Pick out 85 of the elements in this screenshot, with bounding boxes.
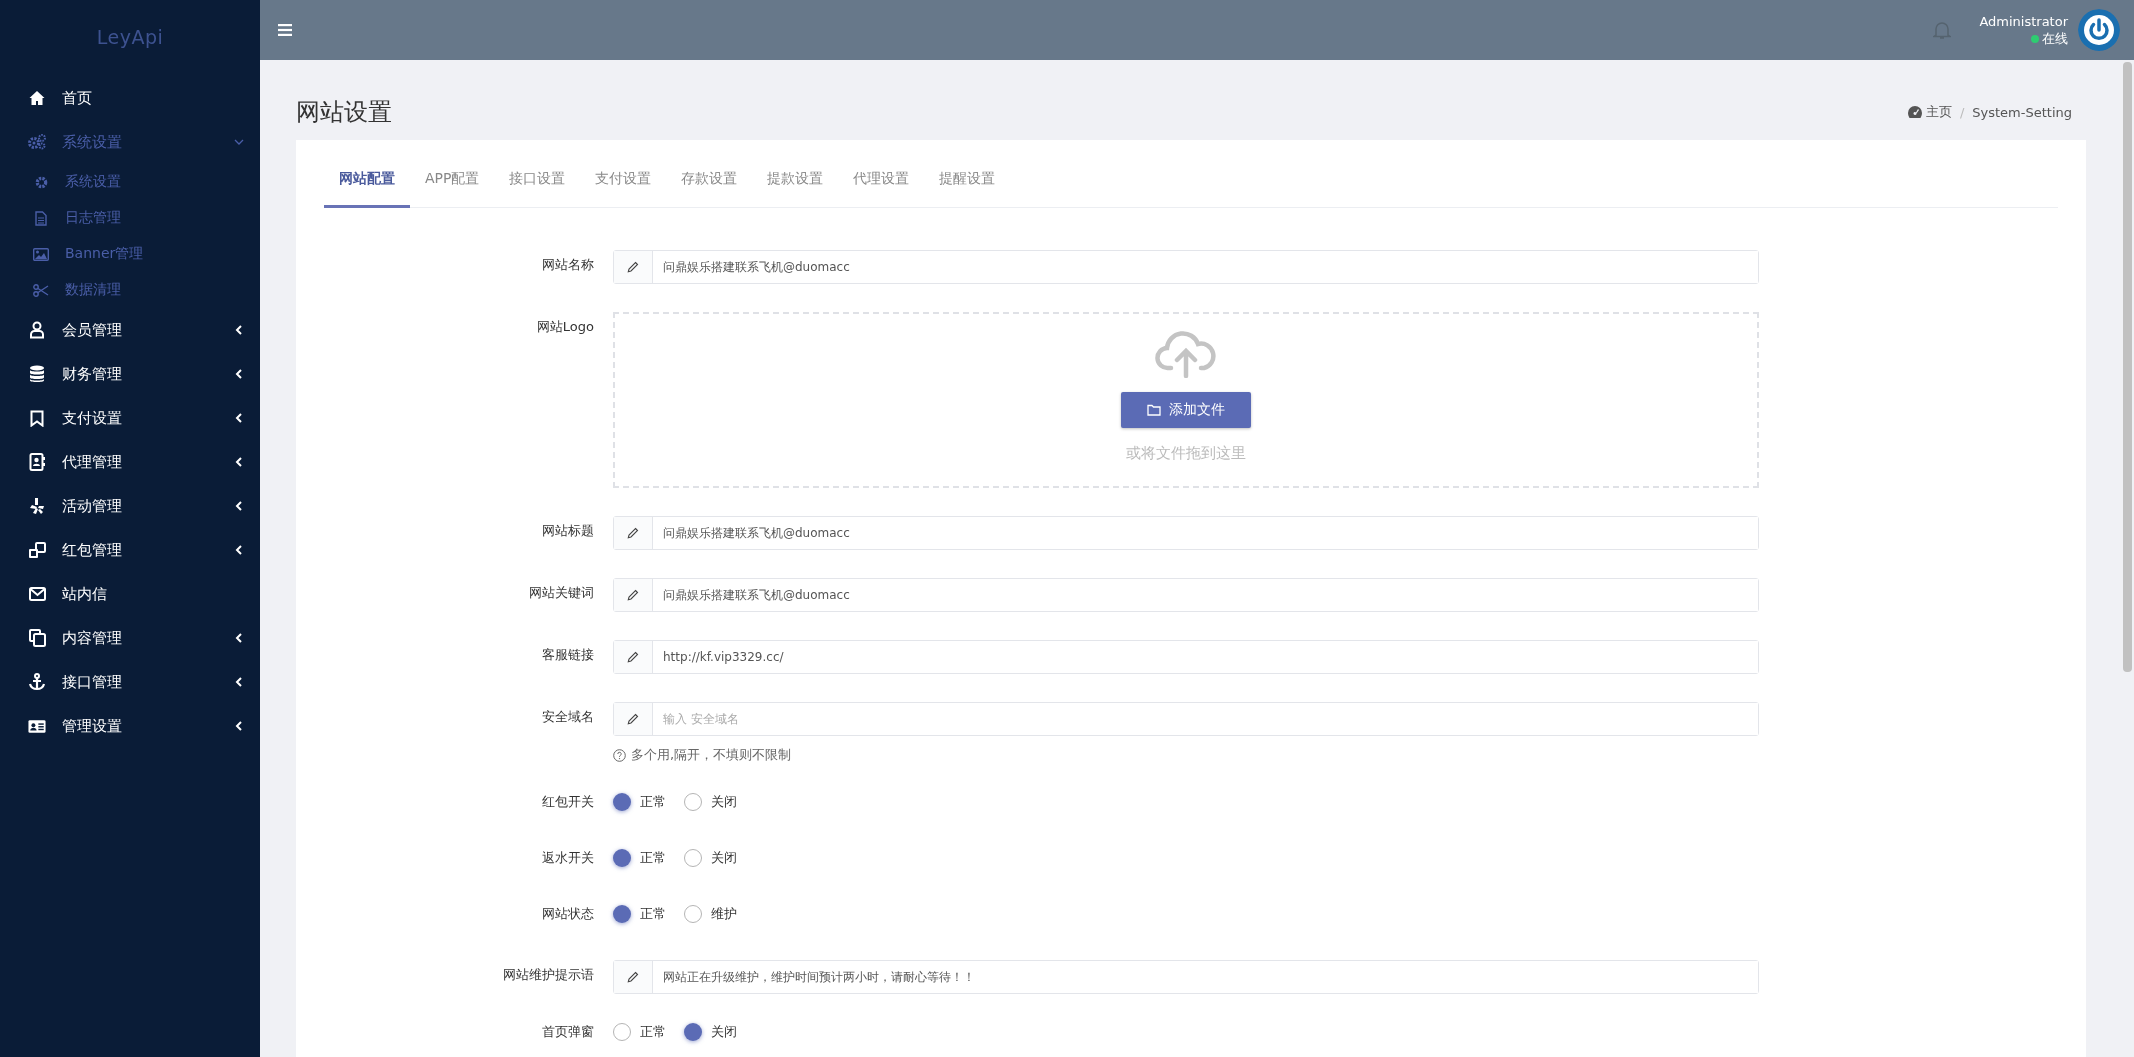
pencil-icon xyxy=(627,261,639,273)
text-field[interactable]: 输入 安全域名 xyxy=(613,702,1759,736)
sidebar-item[interactable]: 支付设置 xyxy=(0,396,260,440)
dashboard-icon xyxy=(1907,106,1922,118)
text-field[interactable]: 网站正在升级维护，维护时间预计两小时，请耐心等待！！ xyxy=(613,960,1759,994)
sidebar-item[interactable]: 财务管理 xyxy=(0,352,260,396)
user-icon xyxy=(29,321,45,339)
power-icon[interactable] xyxy=(2078,9,2120,51)
breadcrumb-link[interactable]: 主页 xyxy=(1907,103,1952,121)
clone-icon xyxy=(28,541,46,559)
scissors-icon xyxy=(33,283,49,297)
tab[interactable]: APP配置 xyxy=(410,140,495,208)
field-label: 网站维护提示语 xyxy=(502,966,594,984)
field-label: 网站标题 xyxy=(541,522,594,540)
text-field[interactable]: 问鼎娱乐搭建联系飞机@duomacc xyxy=(613,578,1759,612)
brand-logo-text: LeyApi xyxy=(95,25,165,50)
radio-option[interactable]: 关闭 xyxy=(684,1022,737,1041)
sidebar-item[interactable]: 站内信 xyxy=(0,572,260,616)
tab[interactable]: 存款设置 xyxy=(666,140,753,208)
folder-icon xyxy=(1147,404,1161,416)
status-text: 在线 xyxy=(2042,30,2068,47)
tab[interactable]: 网站配置 xyxy=(324,140,410,208)
text-field[interactable]: http://kf.vip3329.cc/ xyxy=(613,640,1759,674)
radio-option[interactable]: 正常 xyxy=(613,904,666,923)
upload-dropzone[interactable]: 添加文件 或将文件拖到这里 xyxy=(613,312,1759,488)
pencil-icon xyxy=(627,971,639,983)
image-icon xyxy=(33,247,49,261)
pencil-icon xyxy=(627,527,639,539)
breadcrumb-separator: / xyxy=(1959,104,1965,120)
gears-icon xyxy=(28,134,46,150)
sidebar-item[interactable]: 会员管理 xyxy=(0,308,260,352)
radio-option[interactable]: 关闭 xyxy=(684,848,737,867)
radio-option[interactable]: 关闭 xyxy=(684,792,737,811)
sidebar-item[interactable]: 管理设置 xyxy=(0,704,260,748)
bookmark-icon xyxy=(30,409,44,427)
help-icon xyxy=(613,748,626,762)
field-label: 返水开关 xyxy=(541,849,594,867)
field-label: 安全域名 xyxy=(541,708,594,726)
envelope-icon xyxy=(28,587,46,601)
gear-icon xyxy=(34,175,48,189)
user-name: Administrator xyxy=(1979,13,2068,30)
sidebar-item[interactable]: 首页 xyxy=(0,76,260,120)
field-label: 首页弹窗 xyxy=(541,1023,594,1041)
scrollbar[interactable] xyxy=(2123,62,2132,672)
contact-card-icon xyxy=(29,453,45,471)
radio-option[interactable]: 正常 xyxy=(613,848,666,867)
pencil-icon xyxy=(627,651,639,663)
database-icon xyxy=(29,365,45,383)
sidebar-item[interactable]: 内容管理 xyxy=(0,616,260,660)
tab[interactable]: 接口设置 xyxy=(494,140,581,208)
field-label: 红包开关 xyxy=(541,793,594,811)
text-field[interactable]: 问鼎娱乐搭建联系飞机@duomacc xyxy=(613,516,1759,550)
sidebar-item[interactable]: 活动管理 xyxy=(0,484,260,528)
tab[interactable]: 支付设置 xyxy=(580,140,667,208)
sidebar-item[interactable]: 代理管理 xyxy=(0,440,260,484)
cloud-upload-icon xyxy=(1155,328,1217,378)
drop-hint: 或将文件拖到这里 xyxy=(1126,444,1246,463)
anchor-icon xyxy=(28,673,46,691)
text-field[interactable]: 问鼎娱乐搭建联系飞机@duomacc xyxy=(613,250,1759,284)
tab[interactable]: 代理设置 xyxy=(838,140,925,208)
menu-icon[interactable] xyxy=(278,24,292,36)
pencil-icon xyxy=(627,589,639,601)
radio-option[interactable]: 维护 xyxy=(684,904,737,923)
radio-option[interactable]: 正常 xyxy=(613,792,666,811)
field-label: 网站名称 xyxy=(541,256,594,274)
pencil-icon xyxy=(627,713,639,725)
document-icon xyxy=(35,210,47,226)
home-icon xyxy=(29,90,45,106)
id-card-icon xyxy=(28,718,46,734)
tab[interactable]: 提醒设置 xyxy=(924,140,1011,208)
field-label: 网站Logo xyxy=(535,318,594,336)
breadcrumb-current: System-Setting xyxy=(1972,104,2072,120)
tab[interactable]: 提款设置 xyxy=(752,140,839,208)
help-text: 多个用,隔开，不填则不限制 xyxy=(631,746,792,764)
field-label: 网站关键词 xyxy=(528,584,594,602)
field-label: 客服链接 xyxy=(541,646,594,664)
field-label: 网站状态 xyxy=(541,905,594,923)
status-dot xyxy=(2031,34,2039,43)
copy-icon xyxy=(28,629,46,647)
add-file-button[interactable]: 添加文件 xyxy=(1121,392,1251,428)
asterisk-icon xyxy=(29,497,45,515)
page-title: 网站设置 xyxy=(296,97,393,128)
sidebar-item[interactable]: 接口管理 xyxy=(0,660,260,704)
sidebar-item[interactable]: 红包管理 xyxy=(0,528,260,572)
radio-option[interactable]: 正常 xyxy=(613,1022,666,1041)
